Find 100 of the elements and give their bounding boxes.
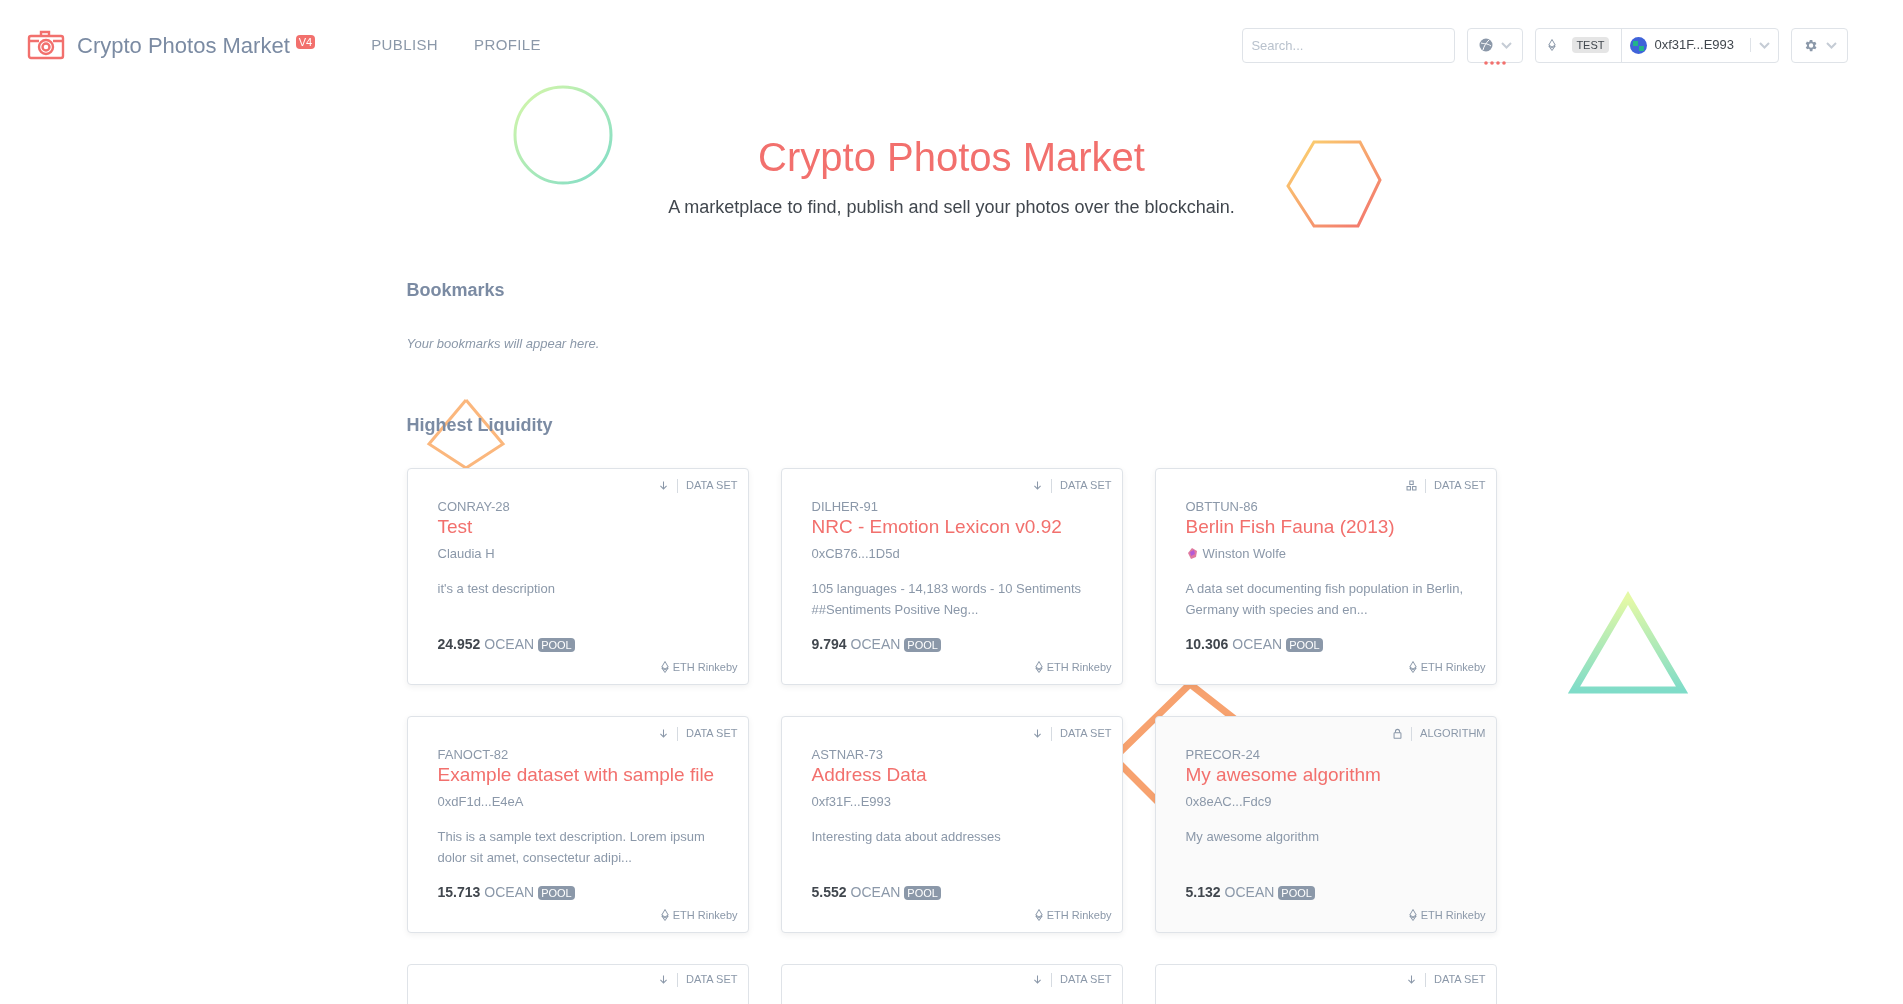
ethereum-icon bbox=[1408, 661, 1417, 674]
section-heading: Bookmarks bbox=[406, 279, 506, 302]
version-badge: V4 bbox=[295, 35, 316, 49]
asset-type: ALGORITHM bbox=[1420, 726, 1486, 742]
asset-card[interactable]: DATA SET FANOCT-82 Example dataset with sample file 0xdF1d...E4eA This is a sample text description. Lorem ipsum dolor sit amet, consectetur adipi... 15.713 OCEAN POOL ETH Rinkeby bbox=[406, 715, 749, 933]
dots-icon bbox=[1484, 60, 1507, 65]
asset-card[interactable]: DATA SET OBTTUN-86 Berlin Fish Fauna (2013) Winston Wolfe A data set documenting fish population in Berlin, Germany with species and en... 10.306 OCEAN POOL ETH Rinkeby bbox=[1154, 467, 1497, 685]
ethereum-icon bbox=[1034, 661, 1043, 674]
nodes-icon bbox=[1405, 480, 1417, 491]
currency-label: OCEAN bbox=[484, 635, 535, 654]
ethereum-icon bbox=[1034, 909, 1043, 922]
asset-author: 0x8eAC...Fdc9 bbox=[1185, 793, 1272, 811]
asset-title[interactable]: Address Data bbox=[811, 764, 1112, 786]
asset-price: 10.306 bbox=[1185, 635, 1229, 654]
asset-price: 24.952 bbox=[437, 635, 481, 654]
download-icon bbox=[1405, 974, 1417, 985]
network-label: ETH Rinkeby bbox=[1420, 908, 1486, 923]
language-menu[interactable] bbox=[1467, 27, 1524, 63]
asset-title[interactable]: Test bbox=[437, 516, 738, 538]
asset-type: DATA SET bbox=[1433, 478, 1486, 494]
asset-type: DATA SET bbox=[1059, 478, 1112, 494]
asset-type: DATA SET bbox=[1059, 726, 1112, 742]
asset-description: 105 languages - 14,183 words - 10 Sentiments ##Sentiments Positive Neg... bbox=[811, 579, 1083, 619]
asset-type: DATA SET bbox=[685, 726, 738, 742]
asset-author: 0xf31F...E993 bbox=[811, 793, 891, 811]
ethereum-icon bbox=[1408, 909, 1417, 922]
asset-author: Claudia H bbox=[437, 545, 495, 563]
asset-author: Winston Wolfe bbox=[1202, 545, 1287, 563]
asset-symbol: PRECOR-24 bbox=[1185, 745, 1261, 764]
asset-symbol: CONRAY-28 bbox=[437, 497, 511, 516]
chevron-down-icon bbox=[1500, 41, 1512, 49]
download-icon bbox=[657, 974, 669, 985]
chevron-down-icon bbox=[1825, 41, 1837, 49]
account-avatar-icon bbox=[1629, 36, 1647, 54]
asset-symbol: DILHER-91 bbox=[811, 497, 879, 516]
asset-card[interactable]: DATA SET bbox=[1154, 963, 1497, 1004]
pool-badge: POOL bbox=[538, 885, 575, 900]
asset-author: 0xCB76...1D5d bbox=[811, 545, 900, 563]
globe-icon bbox=[1478, 38, 1493, 52]
asset-card[interactable]: ALGORITHM PRECOR-24 My awesome algorithm 0x8eAC...Fdc9 My awesome algorithm 5.132 OCEAN POOL ETH Rinkeby bbox=[1154, 715, 1497, 933]
asset-card[interactable]: DATA SET DILHER-91 NRC - Emotion Lexicon v0.92 0xCB76...1D5d 105 languages - 14,183 words - 10 Sentiments ##Sentiments Positive Neg... 9.794 OCEAN POOL ETH Rinkeby bbox=[780, 467, 1123, 685]
search-field[interactable]: Search... bbox=[1242, 27, 1456, 63]
asset-price: 15.713 bbox=[437, 883, 481, 902]
currency-label: OCEAN bbox=[1224, 883, 1275, 902]
empty-message: Your bookmarks will appear here. bbox=[406, 335, 601, 353]
nav-link[interactable]: PUBLISH bbox=[371, 33, 439, 57]
pool-badge: POOL bbox=[1278, 885, 1315, 900]
currency-label: OCEAN bbox=[1232, 635, 1283, 654]
asset-description: A data set documenting fish population in Berlin, Germany with species and en... bbox=[1185, 579, 1464, 619]
asset-card[interactable]: DATA SET bbox=[780, 963, 1123, 1004]
asset-description: My awesome algorithm bbox=[1185, 827, 1321, 846]
download-icon bbox=[657, 728, 669, 739]
hero-subtitle: A marketplace to find, publish and sell your photos over the blockchain. bbox=[668, 196, 1235, 219]
currency-label: OCEAN bbox=[850, 635, 901, 654]
camera-icon[interactable] bbox=[27, 30, 65, 60]
download-icon bbox=[657, 480, 669, 491]
hero-title: Crypto Photos Market bbox=[758, 134, 1145, 181]
pool-badge: POOL bbox=[1286, 637, 1323, 652]
ethereum-icon bbox=[1548, 39, 1557, 51]
download-icon bbox=[1031, 974, 1043, 985]
pool-badge: POOL bbox=[904, 637, 941, 652]
asset-price: 5.552 bbox=[811, 883, 847, 902]
asset-type: DATA SET bbox=[685, 478, 738, 494]
download-icon bbox=[1031, 480, 1043, 491]
ethereum-icon bbox=[660, 909, 669, 922]
wallet-control[interactable]: TEST 0xf31F...E993 bbox=[1535, 27, 1779, 63]
network-label: ETH Rinkeby bbox=[1046, 908, 1112, 923]
asset-author: 0xdF1d...E4eA bbox=[437, 793, 524, 811]
avatar-icon bbox=[1185, 547, 1199, 561]
account-address: 0xf31F...E993 bbox=[1654, 36, 1734, 55]
asset-description: This is a sample text description. Lorem ipsum dolor sit amet, consectetur adipi... bbox=[437, 827, 706, 867]
asset-title[interactable]: NRC - Emotion Lexicon v0.92 bbox=[811, 516, 1112, 538]
asset-card[interactable]: DATA SET ASTNAR-73 Address Data 0xf31F...E993 Interesting data about addresses 5.552 OCEAN POOL ETH Rinkeby bbox=[780, 715, 1123, 933]
pool-badge: POOL bbox=[538, 637, 575, 652]
lock-icon bbox=[1392, 728, 1404, 739]
network-label: ETH Rinkeby bbox=[1420, 660, 1486, 675]
chevron-down-icon bbox=[1759, 41, 1770, 49]
site-title[interactable]: Crypto Photos Market bbox=[77, 28, 290, 62]
network-label: ETH Rinkeby bbox=[672, 660, 738, 675]
asset-symbol: OBTTUN-86 bbox=[1185, 497, 1259, 516]
settings-menu[interactable] bbox=[1791, 27, 1848, 63]
network-badge: TEST bbox=[1572, 36, 1609, 54]
asset-type: DATA SET bbox=[1433, 972, 1486, 988]
asset-type: DATA SET bbox=[685, 972, 738, 988]
nav-link[interactable]: PROFILE bbox=[474, 33, 541, 57]
asset-card[interactable]: DATA SET CONRAY-28 Test Claudia H it's a test description 24.952 OCEAN POOL ETH Rinkeby bbox=[406, 467, 749, 685]
asset-title[interactable]: My awesome algorithm bbox=[1185, 764, 1486, 786]
ethereum-icon bbox=[660, 661, 669, 674]
currency-label: OCEAN bbox=[484, 883, 535, 902]
asset-card[interactable]: DATA SET bbox=[406, 963, 749, 1004]
asset-title[interactable]: Example dataset with sample file bbox=[437, 764, 738, 786]
asset-symbol: FANOCT-82 bbox=[437, 745, 510, 764]
asset-description: it's a test description bbox=[437, 579, 556, 598]
currency-label: OCEAN bbox=[850, 883, 901, 902]
pool-badge: POOL bbox=[904, 885, 941, 900]
download-icon bbox=[1031, 728, 1043, 739]
asset-description: Interesting data about addresses bbox=[811, 827, 1002, 846]
asset-title[interactable]: Berlin Fish Fauna (2013) bbox=[1185, 516, 1486, 538]
network-label: ETH Rinkeby bbox=[672, 908, 738, 923]
asset-price: 9.794 bbox=[811, 635, 847, 654]
